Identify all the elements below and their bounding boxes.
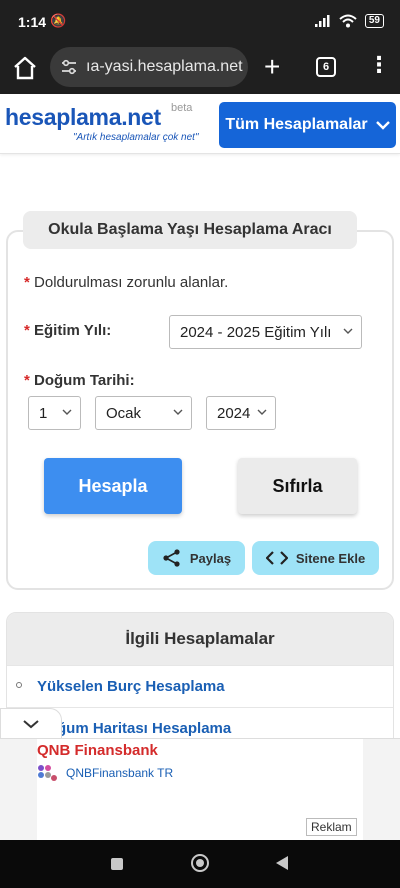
chevron-down-icon — [173, 409, 183, 415]
education-year-value: 2024 - 2025 Eğitim Yılı — [180, 323, 332, 341]
share-label: Paylaş — [189, 550, 232, 566]
birth-date-label-text: Doğum Tarihi: — [34, 372, 135, 389]
tab-switcher-button[interactable]: 6 — [316, 57, 336, 77]
required-note-text: Doldurulması zorunlu alanlar. — [34, 274, 229, 291]
ad-content[interactable]: QNB Finansbank QNBFinansbank TR Reklam — [37, 739, 363, 841]
bullet-icon — [16, 682, 22, 688]
chevron-down-icon — [375, 121, 390, 130]
birth-year-value: 2024 — [217, 404, 251, 422]
birth-date-label: * Doğum Tarihi: — [24, 372, 135, 389]
address-bar[interactable]: ıa-yasi.hesaplama.net — [50, 47, 248, 87]
site-header: hesaplama.net beta "Artık hesaplamalar ç… — [0, 94, 400, 154]
status-time: 1:14 — [18, 14, 47, 30]
ad-subtitle[interactable]: QNBFinansbank TR — [66, 766, 173, 780]
system-nav-bar — [0, 840, 400, 888]
required-star: * — [24, 274, 30, 291]
advertiser-logo-icon — [38, 765, 57, 781]
new-tab-icon[interactable]: + — [264, 53, 280, 81]
all-calculations-label: Tüm Hesaplamalar — [225, 116, 368, 133]
browser-toolbar: ıa-yasi.hesaplama.net + 6 ⋮ — [0, 44, 400, 94]
site-slogan: "Artık hesaplamalar çok net" — [73, 132, 199, 143]
home-icon[interactable] — [12, 55, 38, 81]
notifications-muted-icon: 🔕 — [50, 13, 67, 28]
chevron-down-icon — [62, 409, 72, 415]
required-star: * — [24, 372, 30, 389]
chevron-down-icon — [23, 719, 39, 728]
status-icons: 59 — [314, 14, 384, 28]
battery-icon: 59 — [364, 14, 384, 28]
site-settings-icon[interactable] — [60, 58, 78, 76]
reset-button[interactable]: Sıfırla — [238, 458, 357, 514]
share-icon — [163, 549, 180, 567]
calculator-title: Okula Başlama Yaşı Hesaplama Aracı — [23, 211, 357, 249]
related-title: İlgili Hesaplamalar — [7, 613, 393, 665]
site-logo[interactable]: hesaplama.net beta "Artık hesaplamalar ç… — [5, 102, 199, 143]
related-link[interactable]: Yükselen Burç Hesaplama — [37, 678, 225, 695]
beta-label: beta — [171, 102, 193, 114]
calculate-button[interactable]: Hesapla — [44, 458, 182, 514]
url-text: ıa-yasi.hesaplama.net — [86, 58, 243, 75]
birth-day-value: 1 — [39, 404, 48, 422]
status-bar: 1:14 🔕 59 — [0, 0, 400, 44]
birth-day-select[interactable]: 1 — [28, 396, 81, 430]
ad-label: Reklam — [306, 818, 357, 836]
education-year-select[interactable]: 2024 - 2025 Eğitim Yılı — [169, 315, 362, 349]
chevron-down-icon — [343, 328, 353, 334]
list-item[interactable]: Yükselen Burç Hesaplama — [7, 665, 393, 707]
signal-icon — [314, 15, 330, 27]
logo-text: hesaplama.net — [5, 104, 161, 130]
chevron-down-icon — [257, 409, 267, 415]
all-calculations-button[interactable]: Tüm Hesaplamalar — [219, 102, 396, 148]
home-button-icon[interactable] — [191, 854, 209, 872]
required-note: * Doldurulması zorunlu alanlar. — [24, 274, 228, 291]
education-year-label: * Eğitim Yılı: — [24, 322, 111, 339]
birth-month-value: Ocak — [106, 404, 142, 422]
wifi-icon — [339, 14, 357, 28]
birth-year-select[interactable]: 2024 — [206, 396, 276, 430]
ad-title[interactable]: QNB Finansbank — [37, 742, 158, 759]
related-link[interactable]: Doğum Haritası Hesaplama — [37, 720, 231, 737]
embed-label: Sitene Ekle — [295, 550, 366, 566]
education-year-label-text: Eğitim Yılı: — [34, 322, 112, 339]
share-button[interactable]: Paylaş — [148, 541, 245, 575]
required-star: * — [24, 322, 30, 339]
ad-banner[interactable]: QNB Finansbank QNBFinansbank TR Reklam — [0, 738, 400, 841]
ad-collapse-button[interactable] — [0, 708, 62, 738]
related-calculations: İlgili Hesaplamalar Yükselen Burç Hesapl… — [6, 612, 394, 752]
birth-month-select[interactable]: Ocak — [95, 396, 192, 430]
recent-apps-icon[interactable] — [111, 858, 123, 870]
code-icon — [265, 551, 288, 565]
embed-button[interactable]: Sitene Ekle — [252, 541, 379, 575]
back-icon[interactable] — [276, 856, 288, 870]
overflow-menu-icon[interactable]: ⋮ — [368, 54, 390, 76]
